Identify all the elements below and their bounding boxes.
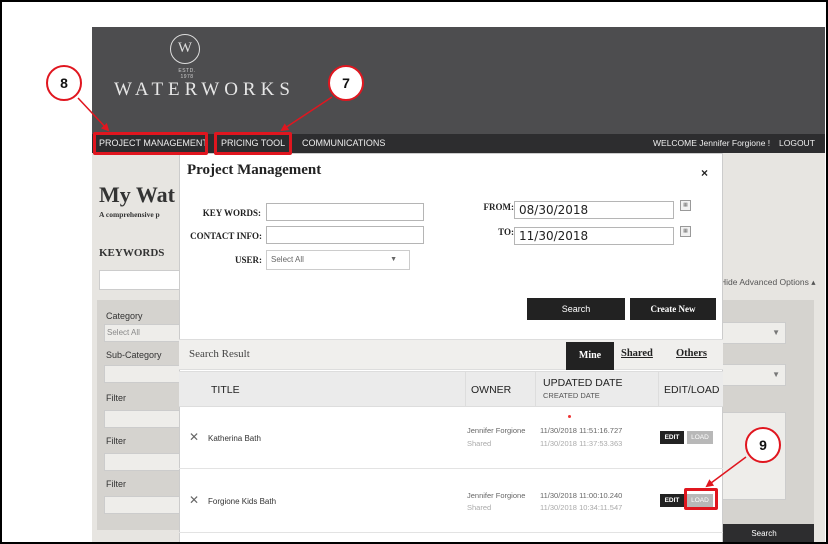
close-icon[interactable]: × [701, 166, 708, 180]
to-label: TO: [498, 227, 514, 237]
search-result-label: Search Result [189, 348, 250, 360]
row-owner: Jennifer Forgione [467, 491, 526, 500]
row-updated-date: 11/30/2018 11:00:10.240 [540, 491, 623, 500]
highlight-load-button [684, 488, 718, 510]
row-created-date: 11/30/2018 11:37:53.363 [540, 439, 623, 448]
calendar-icon[interactable]: ▦ [680, 226, 691, 237]
close-icon[interactable]: ✕ [189, 493, 199, 507]
tab-mine[interactable]: Mine [566, 342, 614, 370]
filter-select[interactable] [104, 453, 184, 471]
from-label: FROM: [483, 202, 515, 212]
tab-shared[interactable]: Shared [621, 348, 653, 359]
create-new-button[interactable]: Create New [630, 298, 716, 320]
row-title: Katherina Bath [208, 434, 261, 443]
keywords-input[interactable] [99, 270, 189, 290]
filter-label: Filter [106, 479, 126, 489]
column-divider [535, 371, 536, 407]
user-select[interactable]: Select All ▼ [266, 250, 410, 270]
key-words-label: KEY WORDS: [202, 208, 261, 218]
screenshot-frame: W ESTD. 1978 WATERWORKS PROJECT MANAGEME… [0, 0, 828, 544]
tab-others[interactable]: Others [676, 348, 707, 359]
table-header [179, 371, 723, 407]
logo[interactable]: WATERWORKS [114, 79, 295, 101]
load-button[interactable]: LOAD [687, 431, 713, 444]
key-words-input[interactable] [266, 203, 424, 221]
highlight-pricing-tool [214, 132, 292, 155]
callout-9: 9 [745, 427, 781, 463]
filter-label: Filter [106, 436, 126, 446]
category-select[interactable]: Select All [104, 324, 184, 342]
from-date-input[interactable] [514, 201, 674, 219]
row-divider [179, 532, 723, 533]
advanced-select[interactable]: ▼ [720, 364, 786, 386]
user-label: USER: [234, 255, 262, 265]
nav-communications[interactable]: COMMUNICATIONS [302, 138, 385, 148]
row-created-date: 11/30/2018 10:34:11.547 [540, 503, 623, 512]
status-dot [568, 415, 571, 418]
page-subtitle: A comprehensive p [99, 210, 160, 219]
column-header-owner[interactable]: OWNER [471, 384, 511, 396]
modal-title: Project Management [187, 162, 322, 178]
column-header-title[interactable]: TITLE [211, 384, 240, 396]
keywords-label: KEYWORDS [99, 247, 165, 259]
column-divider [465, 371, 466, 407]
category-label: Category [106, 311, 143, 321]
edit-button[interactable]: EDIT [660, 494, 684, 507]
column-divider [658, 371, 659, 407]
row-updated-date: 11/30/2018 11:51:16.727 [540, 426, 623, 435]
hide-advanced-options[interactable]: Hide Advanced Options ▴ [720, 277, 815, 288]
logo-emblem-icon: W [170, 34, 200, 64]
subcategory-label: Sub-Category [106, 350, 162, 360]
chevron-down-icon: ▼ [390, 256, 397, 263]
filter-select[interactable] [104, 410, 184, 428]
to-date-input[interactable] [514, 227, 674, 245]
row-owner: Jennifer Forgione [467, 426, 526, 435]
calendar-icon[interactable]: ▦ [680, 200, 691, 211]
row-title: Forgione Kids Bath [208, 497, 277, 506]
search-button[interactable]: Search [527, 298, 625, 320]
callout-7: 7 [328, 65, 364, 101]
column-header-edit-load: EDIT/LOAD [664, 384, 720, 396]
highlight-project-management [93, 132, 208, 155]
column-header-created-date: CREATED DATE [543, 391, 600, 400]
filter-label: Filter [106, 393, 126, 403]
contact-info-input[interactable] [266, 226, 424, 244]
close-icon[interactable]: ✕ [189, 430, 199, 444]
contact-info-label: CONTACT INFO: [190, 231, 262, 241]
row-divider [179, 468, 723, 469]
subcategory-select[interactable] [104, 365, 184, 383]
edit-button[interactable]: EDIT [660, 431, 684, 444]
chevron-down-icon: ▼ [772, 328, 780, 337]
column-header-updated-date[interactable]: UPDATED DATE [543, 377, 623, 389]
row-shared: Shared [467, 503, 492, 512]
user-select-value: Select All [271, 255, 304, 264]
advanced-select[interactable]: ▼ [720, 322, 786, 344]
callout-8: 8 [46, 65, 82, 101]
welcome-text: WELCOME Jennifer Forgione ! [653, 138, 771, 148]
row-shared: Shared [467, 439, 492, 448]
filter-select[interactable] [104, 496, 184, 514]
page-search-button[interactable]: Search [714, 524, 814, 542]
page-title: My Wat [99, 182, 175, 207]
logout-link[interactable]: LOGOUT [779, 138, 815, 148]
chevron-down-icon: ▼ [772, 370, 780, 379]
